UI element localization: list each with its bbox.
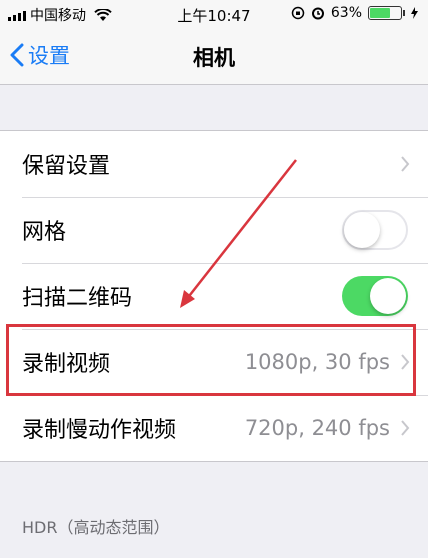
row-label: 网格 <box>22 220 67 245</box>
row-record-video[interactable]: 录制视频 1080p, 30 fps <box>0 329 428 395</box>
rotation-lock-icon <box>291 6 305 20</box>
chevron-right-icon <box>401 354 410 370</box>
row-label: 扫描二维码 <box>22 286 133 311</box>
row-scan-qr: 扫描二维码 <box>0 263 428 329</box>
page-title: 相机 <box>193 46 235 70</box>
row-preserve-settings[interactable]: 保留设置 <box>0 131 428 197</box>
row-record-slomo[interactable]: 录制慢动作视频 720p, 240 fps <box>0 395 428 461</box>
row-value: 720p, 240 fps <box>244 416 390 440</box>
battery-percent: 63% <box>330 5 362 21</box>
row-grid: 网格 <box>0 197 428 263</box>
chevron-right-icon <box>401 420 410 436</box>
camera-settings-list: 保留设置 网格 扫描二维码 录制视频 1080p, 30 fps 录制慢动作视频… <box>0 130 428 462</box>
battery-icon <box>368 6 402 20</box>
row-label: 录制慢动作视频 <box>22 418 177 443</box>
charging-icon <box>411 7 418 19</box>
toggle-knob <box>344 212 380 248</box>
row-label: 录制视频 <box>22 352 111 377</box>
grid-toggle[interactable] <box>342 210 408 250</box>
navigation-bar: 设置 相机 <box>0 28 428 85</box>
battery-cap <box>403 10 405 16</box>
status-right: 63% <box>291 5 418 21</box>
chevron-right-icon <box>401 156 410 172</box>
section-header-hdr: HDR（高动态范围） <box>22 518 170 537</box>
alarm-icon <box>311 7 324 20</box>
row-label: 保留设置 <box>22 154 111 179</box>
status-bar: 中国移动 上午10:47 63% <box>0 0 428 28</box>
row-value: 1080p, 30 fps <box>244 350 390 374</box>
toggle-knob <box>370 278 406 314</box>
scan-qr-toggle[interactable] <box>342 276 408 316</box>
